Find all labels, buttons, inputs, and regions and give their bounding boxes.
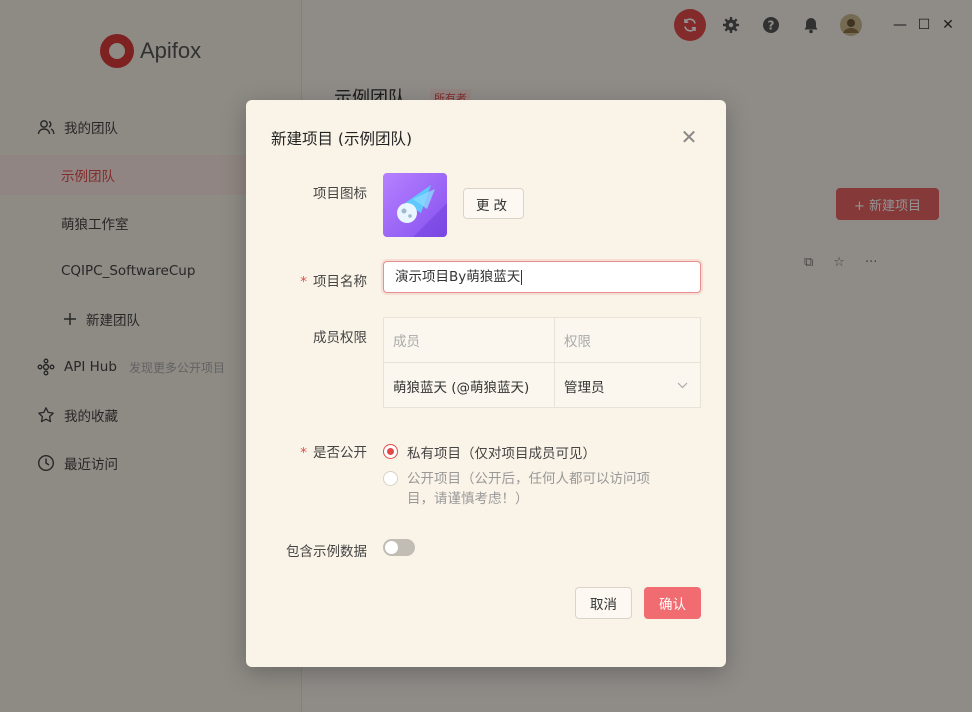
sample-data-label: 包含示例数据: [286, 544, 367, 560]
dialog-title: 新建项目 (示例团队): [271, 130, 413, 148]
confirm-button[interactable]: 确认: [644, 587, 701, 619]
role-select[interactable]: 管理员: [555, 363, 700, 408]
column-header-member: 成员: [384, 318, 555, 362]
new-project-dialog: 新建项目 (示例团队) ✕ 项目图标 更改 * 项目名称 演示项目By萌狼蓝天 成…: [246, 100, 726, 667]
radio-public-project[interactable]: 公开项目（公开后，任何人都可以访问项目，请谨慎考虑！）: [383, 469, 667, 509]
radio-dot: [383, 471, 398, 486]
project-icon-label: 项目图标: [313, 186, 367, 202]
column-header-permission: 权限: [564, 334, 591, 350]
radio-dot-selected: [383, 444, 398, 459]
project-name-input[interactable]: 演示项目By萌狼蓝天: [383, 261, 701, 293]
close-icon: ✕: [680, 125, 698, 149]
radio-private-project[interactable]: 私有项目（仅对项目成员可见）: [383, 442, 596, 462]
cancel-button[interactable]: 取消: [575, 587, 632, 619]
radio-label: 私有项目（仅对项目成员可见）: [407, 446, 596, 462]
member-permission-table: 成员 权限 萌狼蓝天 (@萌狼蓝天) 管理员: [383, 317, 701, 408]
project-name-label: * 项目名称: [300, 274, 367, 290]
public-label: * 是否公开: [300, 445, 367, 461]
table-header-row: 成员 权限: [384, 318, 700, 363]
chevron-down-icon: [677, 382, 688, 389]
change-icon-button[interactable]: 更改: [463, 188, 524, 219]
close-dialog-button[interactable]: ✕: [680, 125, 698, 149]
text-caret: [521, 269, 523, 285]
member-permission-label: 成员权限: [313, 330, 367, 346]
comet-icon: [397, 185, 447, 237]
project-icon-preview: [383, 173, 447, 237]
sample-data-toggle[interactable]: [383, 539, 415, 556]
table-row: 萌狼蓝天 (@萌狼蓝天) 管理员: [384, 363, 700, 408]
radio-label: 公开项目（公开后，任何人都可以访问项目，请谨慎考虑！）: [407, 471, 650, 507]
member-name-cell: 萌狼蓝天 (@萌狼蓝天): [384, 363, 555, 408]
role-select-value: 管理员: [564, 379, 605, 396]
